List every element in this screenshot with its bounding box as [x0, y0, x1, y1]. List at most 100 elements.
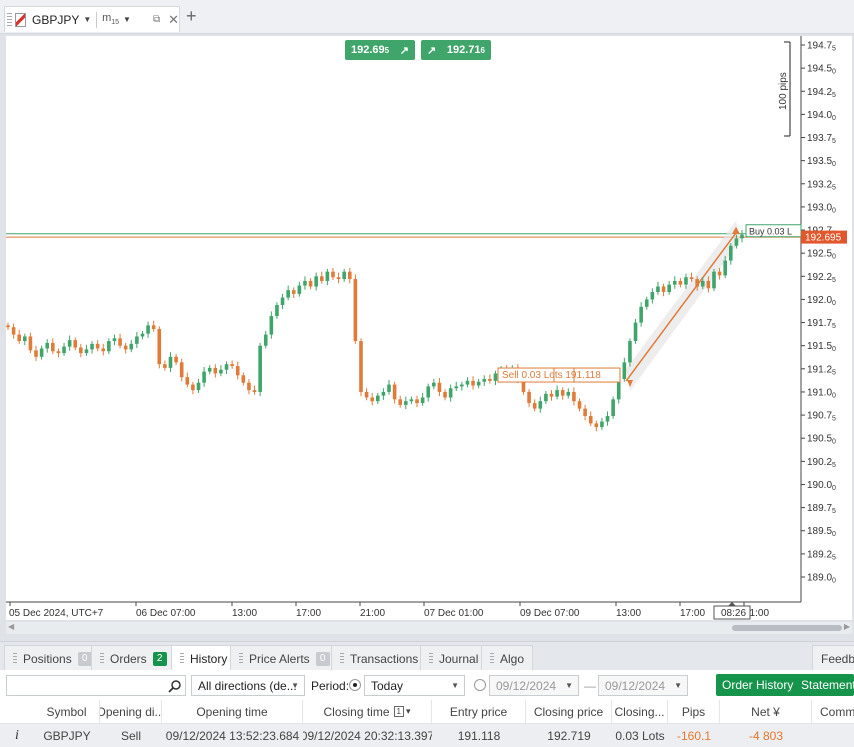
candle-body — [230, 364, 234, 367]
sell-quote-button[interactable]: 192.69 5 ↗ — [345, 40, 415, 60]
candle-body — [364, 391, 369, 398]
drag-handle-icon[interactable] — [180, 652, 184, 665]
symbol-selector[interactable]: GBPJPY — [32, 13, 79, 27]
candle-body — [51, 342, 55, 352]
candle-body — [207, 367, 212, 372]
tab-transactions[interactable]: Transactions — [331, 645, 428, 671]
row-pips: -160.1 — [676, 728, 712, 743]
sell-price: 192.69 — [351, 44, 385, 56]
candle-body — [185, 377, 190, 385]
chevron-down-icon[interactable]: ▼ — [83, 15, 91, 24]
candle-body — [437, 382, 442, 392]
candle-body — [656, 286, 660, 293]
tab-orders[interactable]: Orders 2 — [91, 645, 176, 671]
date-range-radio[interactable] — [474, 679, 486, 691]
candle-body — [112, 338, 117, 342]
timeframe-selector[interactable]: m15 — [102, 12, 119, 26]
candle-body — [672, 280, 677, 285]
candle-body — [695, 279, 699, 287]
drag-handle-icon[interactable] — [429, 652, 433, 665]
candle-body — [62, 346, 66, 354]
drag-handle-icon[interactable] — [7, 12, 12, 27]
column-header-comment[interactable]: Comme — [812, 700, 854, 723]
scroll-right-icon[interactable]: ▶ — [844, 622, 850, 631]
tab-journal[interactable]: Journal — [420, 645, 488, 671]
buy-quote-button[interactable]: ↗ 192.71 6 — [421, 40, 491, 60]
chevron-down-icon[interactable]: ▼ — [123, 15, 131, 24]
search-icon[interactable] — [168, 679, 182, 693]
price-tick-label: 191.75 — [807, 318, 836, 330]
chevron-down-icon: ▼ — [451, 681, 459, 690]
candle-body — [291, 290, 296, 294]
period-select[interactable]: Today ▼ — [364, 675, 465, 696]
candle-body — [538, 401, 543, 409]
date-to-input[interactable]: 09/12/2024 ▼ — [598, 675, 688, 696]
drag-handle-icon[interactable] — [490, 652, 494, 665]
candle-body — [728, 245, 733, 261]
buy-price: 192.71 — [446, 44, 481, 56]
buy-order-label: Buy 0.03 L — [749, 227, 792, 237]
candle-body — [191, 384, 195, 391]
price-tick-label: 191.50 — [807, 341, 836, 353]
candle-body — [84, 349, 89, 354]
row-closing-time: 09/12/2024 20:32:13.397 — [303, 728, 432, 743]
chart-horizontal-scrollbar[interactable]: ◀ ▶ — [6, 622, 852, 634]
candle-body — [174, 356, 178, 363]
column-header-closing-price[interactable]: Closing price — [526, 700, 612, 723]
candle-body — [168, 356, 173, 368]
cursor-time-label: 08:26 — [721, 608, 746, 619]
drag-handle-icon[interactable] — [239, 652, 243, 665]
table-row[interactable]: i GBPJPY Sell 09/12/2024 13:52:23.684 09… — [0, 724, 854, 747]
timeframe-value: 15 — [111, 19, 120, 27]
column-header-net[interactable]: Net ¥ — [720, 700, 812, 723]
drag-handle-icon[interactable] — [100, 652, 104, 665]
column-header-symbol[interactable]: Symbol — [34, 700, 100, 723]
column-header-opening-time[interactable]: Opening time — [162, 700, 303, 723]
popout-icon[interactable]: ⧉ — [153, 14, 160, 25]
candle-body — [415, 399, 419, 404]
scroll-thumb[interactable] — [732, 625, 842, 631]
order-history-button[interactable]: Order History — [716, 674, 800, 696]
chart-area[interactable]: 194.75 194.50 194.25 194.00 193.75 193.50 193.… — [6, 36, 852, 620]
candle-body — [387, 384, 391, 392]
candle-body — [628, 341, 632, 363]
column-header-entry-price[interactable]: Entry price — [432, 700, 526, 723]
date-from-input[interactable]: 09/12/2024 ▼ — [489, 675, 579, 696]
tab-positions[interactable]: Positions 0 — [4, 645, 101, 671]
column-header-closing-time[interactable]: Closing time 1 ▾ — [303, 700, 432, 723]
info-icon[interactable]: i — [0, 724, 34, 747]
chart-tab-gbpjpy[interactable]: GBPJPY ▼ m15 ▼ ⧉ ✕ — [4, 6, 180, 32]
period-radio[interactable] — [349, 679, 361, 691]
candlestick-chart[interactable]: 194.75 194.50 194.25 194.00 193.75 193.50 193.… — [6, 36, 852, 620]
candle-body — [6, 325, 10, 328]
candle-body — [594, 423, 599, 428]
scroll-left-icon[interactable]: ◀ — [8, 622, 14, 631]
feedback-button[interactable]: Feedba — [812, 645, 854, 671]
candle-body — [712, 271, 716, 289]
price-tick-label: 194.75 — [807, 41, 836, 53]
price-tick-label: 189.75 — [807, 503, 836, 515]
column-header-closing-volume[interactable]: Closing... — [612, 700, 668, 723]
tab-algo[interactable]: Algo — [481, 645, 534, 671]
symbol-search-input[interactable] — [6, 675, 186, 696]
column-header-pips[interactable]: Pips — [668, 700, 720, 723]
tab-history[interactable]: History — [171, 645, 237, 671]
column-header-label: Closing time — [323, 704, 390, 719]
candle-body — [179, 362, 184, 378]
drag-handle-icon[interactable] — [13, 652, 17, 665]
tab-price-alerts[interactable]: Price Alerts 0 — [230, 645, 339, 671]
add-tab-icon[interactable]: + — [186, 6, 197, 27]
column-header-opening-direction[interactable]: Opening di... — [100, 700, 162, 723]
candle-body — [650, 292, 655, 300]
tab-label: Transactions — [350, 651, 419, 666]
time-tick-label: 09 Dec 07:00 — [520, 608, 580, 619]
candle-body — [314, 276, 318, 287]
drag-handle-icon[interactable] — [340, 652, 344, 665]
statement-button[interactable]: Statement — [795, 674, 854, 696]
candle-body — [549, 393, 554, 397]
direction-select[interactable]: All directions (de... ▼ — [191, 675, 305, 696]
close-icon[interactable]: ✕ — [168, 12, 179, 28]
candle-body — [583, 408, 587, 417]
candle-body — [560, 390, 565, 396]
candle-body — [146, 325, 150, 334]
